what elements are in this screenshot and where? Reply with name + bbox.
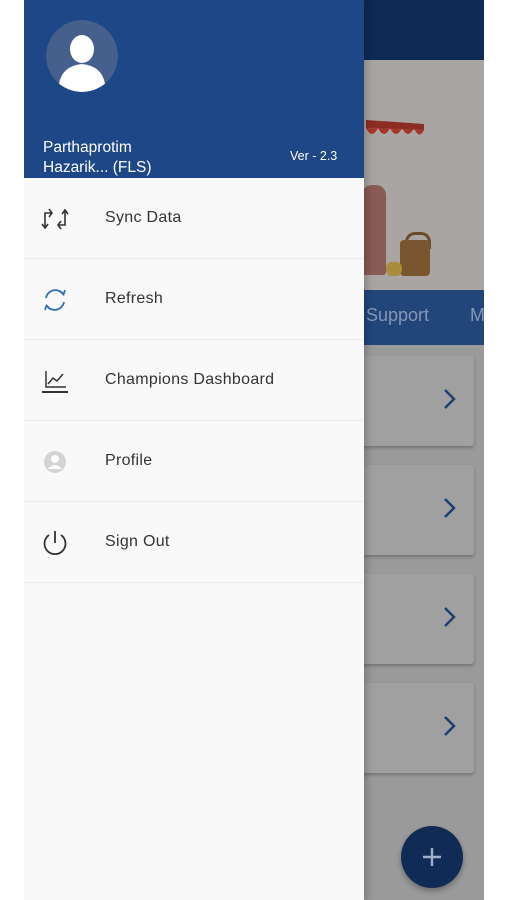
app-screen: Support M Parthaprotim Hazarik... (FLS) …: [24, 0, 484, 900]
menu-item-label: Sync Data: [105, 209, 182, 226]
power-icon: [43, 531, 67, 556]
drawer-menu: Sync Data Refresh Champions Dashboard Pr…: [24, 178, 364, 583]
user-name-line2: Hazarik... (FLS): [43, 159, 152, 176]
menu-item-profile[interactable]: Profile: [24, 421, 364, 502]
chart-line-icon: [42, 371, 68, 393]
chevron-right-icon: [444, 389, 456, 409]
awning-graphic: [366, 120, 424, 135]
menu-item-refresh[interactable]: Refresh: [24, 259, 364, 340]
app-version: Ver - 2.3: [290, 149, 338, 163]
sync-data-icon: [41, 208, 69, 230]
menu-item-label: Champions Dashboard: [105, 371, 275, 388]
chevron-right-icon: [444, 498, 456, 518]
list-card[interactable]: [362, 465, 474, 555]
plus-icon: [423, 848, 441, 866]
menu-item-sign-out[interactable]: Sign Out: [24, 502, 364, 583]
user-avatar-icon: [46, 20, 118, 92]
list-card[interactable]: [362, 574, 474, 664]
menu-item-label: Sign Out: [105, 533, 170, 550]
menu-item-sync-data[interactable]: Sync Data: [24, 178, 364, 259]
list-card[interactable]: [362, 356, 474, 446]
menu-item-label: Profile: [105, 452, 153, 469]
avatar[interactable]: [46, 20, 118, 92]
refresh-icon: [44, 289, 66, 311]
user-name-line1: Parthaprotim: [43, 139, 132, 156]
tab-support[interactable]: Support: [366, 305, 429, 326]
navigation-drawer: Parthaprotim Hazarik... (FLS) Ver - 2.3 …: [24, 0, 364, 900]
chevron-right-icon: [444, 716, 456, 736]
tab-more[interactable]: M: [470, 305, 484, 326]
chevron-right-icon: [444, 607, 456, 627]
basket-graphic: [400, 240, 430, 276]
add-button[interactable]: [401, 826, 463, 888]
user-name: Parthaprotim Hazarik... (FLS): [43, 138, 283, 178]
drawer-header: Parthaprotim Hazarik... (FLS) Ver - 2.3: [24, 0, 364, 178]
menu-item-champions-dashboard[interactable]: Champions Dashboard: [24, 340, 364, 421]
list-card[interactable]: [362, 683, 474, 773]
profile-icon: [44, 451, 66, 473]
banner-figure: [362, 185, 386, 275]
toy-graphic: [386, 262, 402, 276]
menu-item-label: Refresh: [105, 290, 164, 307]
